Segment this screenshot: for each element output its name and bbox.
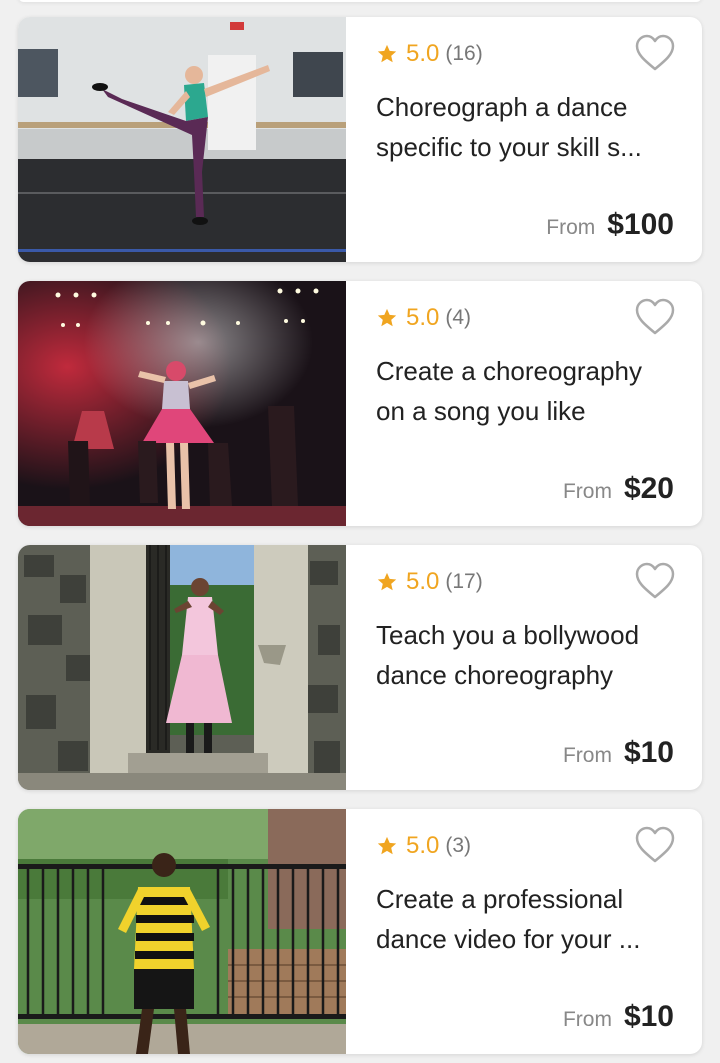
rating-score: 5.0 xyxy=(406,40,440,67)
rating-score: 5.0 xyxy=(406,568,440,595)
star-icon xyxy=(377,44,397,63)
listing-thumbnail[interactable] xyxy=(18,281,346,526)
from-label: From xyxy=(562,480,612,503)
listing-title[interactable]: Choreograph a dance specific to your ski… xyxy=(376,87,676,167)
rating: 5.0 (17) xyxy=(376,567,483,597)
price-row: From $100 xyxy=(546,208,674,242)
review-count: (4) xyxy=(445,306,472,329)
listing-title[interactable]: Teach you a bollywood dance choreography xyxy=(376,615,676,695)
review-count: (3) xyxy=(445,834,472,857)
listing-card[interactable]: 5.0 (4) Create a choreography on a song … xyxy=(18,281,702,526)
price: $100 xyxy=(607,208,674,241)
heart-outline-icon[interactable] xyxy=(634,825,676,865)
listing-title[interactable]: Create a choreography on a song you like xyxy=(376,351,676,431)
price-row: From $20 xyxy=(563,472,674,506)
rating: 5.0 (4) xyxy=(376,303,471,333)
title-line-1: Create a professional xyxy=(376,884,624,914)
title-line-2: dance video for your ... xyxy=(376,924,641,954)
from-label: From xyxy=(562,744,612,767)
price-row: From $10 xyxy=(563,736,674,770)
rating-score: 5.0 xyxy=(406,304,440,331)
listing-thumbnail[interactable] xyxy=(18,545,346,790)
listing-card[interactable]: 5.0 (3) Create a professional dance vide… xyxy=(18,809,702,1054)
title-line-2: dance choreography xyxy=(376,660,614,690)
listing-thumbnail[interactable] xyxy=(18,809,346,1054)
title-line-2: on a song you like xyxy=(376,396,586,426)
title-line-2: specific to your skill s... xyxy=(376,132,642,162)
from-label: From xyxy=(546,216,596,239)
title-line-1: Teach you a bollywood xyxy=(376,620,640,650)
bollywood-dance-image xyxy=(18,545,346,790)
review-count: (16) xyxy=(445,42,483,65)
rating: 5.0 (3) xyxy=(376,831,471,861)
rating: 5.0 (16) xyxy=(376,39,483,69)
rating-score: 5.0 xyxy=(406,832,440,859)
stage-dance-image xyxy=(18,281,346,526)
heart-outline-icon[interactable] xyxy=(634,561,676,601)
dance-studio-image xyxy=(18,17,346,262)
price: $10 xyxy=(623,736,674,769)
price-row: From $10 xyxy=(563,1000,674,1034)
listing-card[interactable]: 5.0 (17) Teach you a bollywood dance cho… xyxy=(18,545,702,790)
review-count: (17) xyxy=(445,570,483,593)
previous-card-edge xyxy=(18,0,702,2)
listing-thumbnail[interactable] xyxy=(18,17,346,262)
heart-outline-icon[interactable] xyxy=(634,33,676,73)
outdoor-dance-image xyxy=(18,809,346,1054)
listing-card[interactable]: 5.0 (16) Choreograph a dance specific to… xyxy=(18,17,702,262)
title-line-1: Create a choreography xyxy=(376,356,642,386)
price: $10 xyxy=(623,1000,674,1033)
star-icon xyxy=(377,308,397,327)
title-line-1: Choreograph a dance xyxy=(376,92,628,122)
star-icon xyxy=(377,836,397,855)
listing-title[interactable]: Create a professional dance video for yo… xyxy=(376,879,676,959)
star-icon xyxy=(377,572,397,591)
from-label: From xyxy=(562,1008,612,1031)
heart-outline-icon[interactable] xyxy=(634,297,676,337)
price: $20 xyxy=(623,472,674,505)
